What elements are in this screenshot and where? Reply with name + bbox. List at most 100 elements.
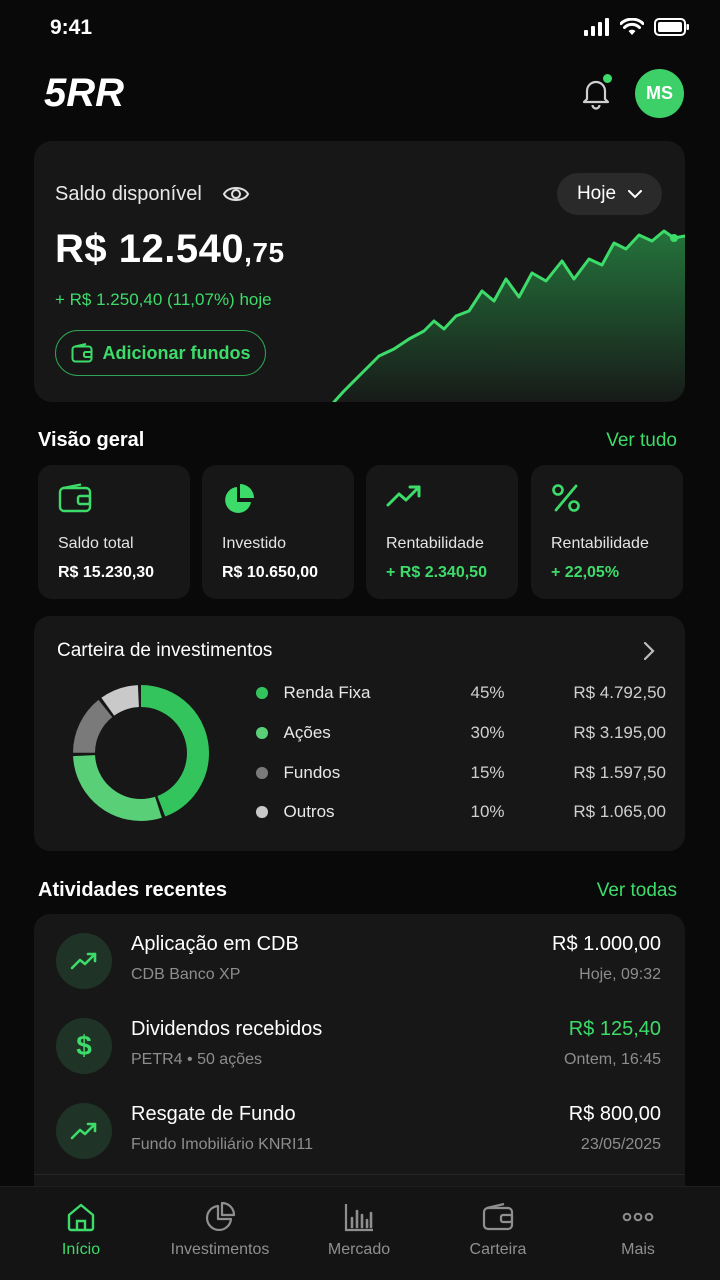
nav-label: Carteira [469, 1241, 527, 1258]
balance-card: Saldo disponível Hoje R$ 12.540,75 + R$ … [34, 141, 685, 402]
activity-subtitle: PETR4 • 50 ações [131, 1051, 262, 1068]
activity-title: Dividendos recebidos [131, 1018, 323, 1040]
activities-list: Aplicação em CDB CDB Banco XP R$ 1.000,0… [34, 914, 685, 1214]
pie-chart-icon [205, 1201, 236, 1232]
avatar[interactable]: MS [635, 69, 684, 118]
portfolio-row-value: R$ 1.065,00 [573, 802, 666, 821]
percent-icon [552, 484, 580, 512]
wallet-icon [58, 483, 92, 513]
activity-icon [56, 933, 112, 989]
balance-sparkline [332, 229, 685, 402]
portfolio-card[interactable]: Carteira de investimentos Renda Fixa 45%… [34, 616, 685, 851]
activity-item[interactable]: Aplicação em CDB CDB Banco XP R$ 1.000,0… [34, 914, 685, 999]
svg-text:5RR: 5RR [44, 74, 124, 110]
add-funds-button[interactable]: Adicionar fundos [55, 330, 266, 376]
portfolio-row-value: R$ 4.792,50 [573, 683, 666, 702]
portfolio-row-name: Ações [283, 723, 331, 742]
more-icon [622, 1212, 654, 1222]
period-label: Hoje [576, 183, 617, 204]
overview-card-value: + 22,05% [551, 564, 620, 581]
activity-title: Aplicação em CDB [131, 933, 299, 955]
add-funds-label: Adicionar fundos [102, 342, 251, 363]
overview-card-label: Investido [222, 535, 287, 552]
activity-subtitle: CDB Banco XP [131, 966, 241, 983]
eye-icon[interactable] [222, 183, 250, 205]
portfolio-row-name: Outros [283, 802, 335, 821]
portfolio-row: Fundos 15% R$ 1.597,50 [256, 761, 666, 785]
portfolio-row: Outros 10% R$ 1.065,00 [256, 800, 666, 824]
overview-card-label: Rentabilidade [551, 535, 649, 552]
wallet-icon [71, 343, 92, 363]
portfolio-row-value: R$ 1.597,50 [573, 763, 666, 782]
portfolio-row-pct: 45% [470, 683, 505, 702]
nav-item-market[interactable]: Mercado [289, 1201, 429, 1259]
nav-item-more[interactable]: Mais [568, 1201, 708, 1259]
nav-label: Mais [621, 1241, 655, 1258]
notification-dot [603, 74, 612, 83]
notifications-button[interactable] [578, 74, 614, 110]
app-logo: 5RR [44, 71, 160, 115]
balance-amount: R$ 12.540,75 [55, 227, 285, 272]
divider [34, 1174, 685, 1175]
overview-card-invested[interactable]: Investido R$ 10.650,00 [202, 465, 354, 599]
portfolio-row: Ações 30% R$ 3.195,00 [256, 721, 666, 745]
legend-dot [256, 806, 268, 818]
bottom-navigation: Início Investimentos Mercado Carteira Ma… [0, 1186, 720, 1280]
nav-item-wallet[interactable]: Carteira [428, 1201, 568, 1259]
portfolio-row-pct: 10% [470, 802, 505, 821]
portfolio-row-name: Fundos [283, 763, 341, 782]
status-time: 9:41 [50, 16, 93, 39]
signal-icon [584, 18, 609, 36]
portfolio-row-value: R$ 3.195,00 [573, 723, 666, 742]
status-icons [584, 18, 690, 36]
activity-amount: R$ 800,00 [568, 1103, 661, 1125]
portfolio-title: Carteira de investimentos [57, 640, 273, 661]
trend-up-icon [386, 485, 421, 507]
activity-amount: R$ 125,40 [568, 1018, 661, 1040]
legend-dot [256, 687, 268, 699]
activity-item[interactable]: Resgate de Fundo Fundo Imobiliário KNRI1… [34, 1084, 685, 1169]
overview-see-all-link[interactable]: Ver tudo [606, 430, 677, 452]
portfolio-donut-chart [73, 685, 209, 821]
balance-label: Saldo disponível [55, 183, 202, 205]
portfolio-row-name: Renda Fixa [283, 683, 371, 702]
activity-subtitle: Fundo Imobiliário KNRI11 [131, 1136, 314, 1153]
overview-title: Visão geral [38, 429, 145, 451]
battery-icon [654, 18, 689, 36]
home-icon [67, 1203, 95, 1232]
period-selector[interactable]: Hoje [557, 173, 662, 215]
overview-card-total-balance[interactable]: Saldo total R$ 15.230,30 [38, 465, 190, 599]
overview-card-return-percent[interactable]: Rentabilidade + 22,05% [531, 465, 683, 599]
balance-change: + R$ 1.250,40 (11,07%) hoje [55, 290, 272, 309]
trend-up-icon [70, 1122, 97, 1140]
portfolio-row: Renda Fixa 45% R$ 4.792,50 [256, 681, 666, 705]
overview-card-label: Saldo total [58, 535, 134, 552]
overview-card-return-amount[interactable]: Rentabilidade + R$ 2.340,50 [366, 465, 518, 599]
chevron-right-icon[interactable] [642, 640, 656, 662]
activities-see-all-link[interactable]: Ver todas [597, 880, 677, 902]
nav-item-investments[interactable]: Investimentos [150, 1201, 290, 1259]
activity-item[interactable]: $ Dividendos recebidos PETR4 • 50 ações … [34, 999, 685, 1084]
overview-card-label: Rentabilidade [386, 535, 484, 552]
activity-date: Hoje, 09:32 [579, 966, 661, 983]
activity-icon: $ [56, 1018, 112, 1074]
legend-dot [256, 727, 268, 739]
activity-title: Resgate de Fundo [131, 1103, 296, 1125]
nav-label: Mercado [327, 1241, 391, 1258]
portfolio-row-pct: 15% [470, 763, 505, 782]
legend-dot [256, 767, 268, 779]
nav-item-home[interactable]: Início [11, 1201, 151, 1259]
activity-date: 23/05/2025 [580, 1136, 661, 1153]
chevron-down-icon [628, 189, 643, 198]
overview-card-value: R$ 10.650,00 [222, 564, 319, 581]
wallet-icon [482, 1202, 514, 1231]
activity-date: Ontem, 16:45 [564, 1051, 661, 1068]
overview-card-value: R$ 15.230,30 [58, 564, 155, 581]
nav-label: Investimentos [170, 1241, 270, 1258]
bar-chart-icon [344, 1204, 373, 1232]
pie-chart-icon [225, 484, 254, 513]
overview-card-value: + R$ 2.340,50 [386, 564, 487, 581]
portfolio-row-pct: 30% [470, 723, 505, 742]
activity-amount: R$ 1.000,00 [552, 933, 661, 955]
balance-amount-cents: ,75 [244, 237, 285, 268]
